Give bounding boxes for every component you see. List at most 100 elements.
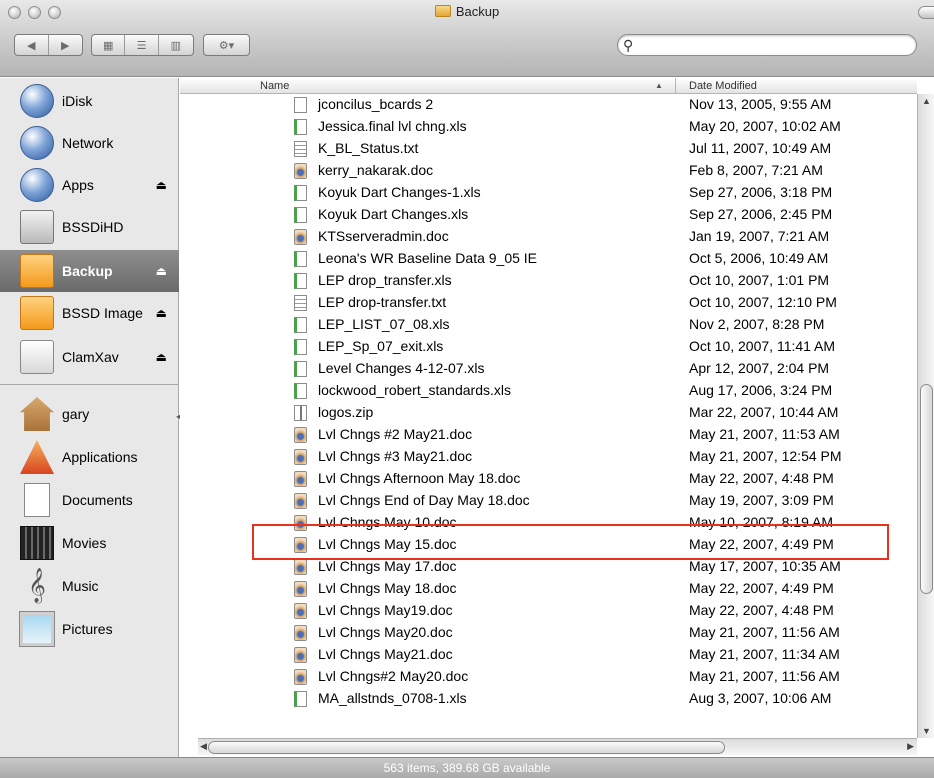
sidebar-item-label: Applications: [62, 449, 138, 465]
file-row[interactable]: KTSserveradmin.doc Jan 19, 2007, 7:21 AM: [180, 226, 917, 248]
file-name: LEP drop_transfer.xls: [318, 272, 452, 288]
file-name: Lvl Chngs May 18.doc: [318, 580, 457, 596]
file-row[interactable]: Lvl Chngs May 15.doc May 22, 2007, 4:49 P…: [180, 534, 917, 556]
file-row[interactable]: Lvl Chngs May21.doc May 21, 2007, 11:34 A…: [180, 644, 917, 666]
sidebar-item-movies[interactable]: Movies: [0, 522, 179, 564]
sidebar-item-label: Pictures: [62, 621, 113, 637]
file-date-modified: Apr 12, 2007, 2:04 PM: [689, 360, 830, 376]
forward-arrow-icon[interactable]: ▶: [49, 35, 83, 55]
search-input[interactable]: [640, 37, 910, 53]
icon-view-icon[interactable]: ▦: [92, 35, 126, 55]
file-name: LEP drop-transfer.txt: [318, 294, 447, 310]
music-icon: 𝄞: [28, 569, 46, 602]
gear-icon[interactable]: ⚙▾: [204, 35, 249, 55]
clamxav-disk-icon: [20, 340, 54, 374]
file-row[interactable]: K_BL_Status.txt Jul 11, 2007, 10:49 AM: [180, 138, 917, 160]
hard-drive-icon: [20, 210, 54, 244]
disk-image-icon: [20, 296, 54, 330]
doc-file-icon: [294, 581, 307, 597]
file-name: Lvl Chngs #3 May21.doc: [318, 448, 473, 464]
doc-file-icon: [294, 669, 307, 685]
sidebar-item-bssd-image[interactable]: BSSD Image ⏏: [0, 292, 179, 334]
file-row[interactable]: Jessica.final lvl chng.xls May 20, 2007, …: [180, 116, 917, 138]
file-date-modified: Sep 27, 2006, 3:18 PM: [689, 184, 833, 200]
movies-icon: [20, 526, 54, 560]
sidebar-item-applications[interactable]: Applications: [0, 436, 179, 478]
file-date-modified: Sep 27, 2006, 2:45 PM: [689, 206, 833, 222]
file-row[interactable]: logos.zip Mar 22, 2007, 10:44 AM: [180, 402, 917, 424]
file-row[interactable]: jconcilus_bcards 2 Nov 13, 2005, 9:55 AM: [180, 94, 917, 116]
file-name: K_BL_Status.txt: [318, 140, 419, 156]
file-row[interactable]: MA_allstnds_0708-1.xls Aug 3, 2007, 10:06…: [180, 688, 917, 710]
sidebar-item-documents[interactable]: Documents: [0, 479, 179, 521]
file-row[interactable]: Lvl Chngs#2 May20.doc May 21, 2007, 11:56…: [180, 666, 917, 688]
column-divider[interactable]: [675, 78, 676, 94]
xls-file-icon: [294, 273, 307, 289]
file-row[interactable]: Lvl Chngs #2 May21.doc May 21, 2007, 11:5…: [180, 424, 917, 446]
list-view-icon[interactable]: ☰: [125, 35, 159, 55]
xls-file-icon: [294, 317, 307, 333]
sidebar-item-pictures[interactable]: Pictures: [0, 608, 179, 650]
search-field[interactable]: ⚲: [617, 34, 917, 56]
file-date-modified: Oct 10, 2007, 12:10 PM: [689, 294, 837, 310]
sidebar-item-music[interactable]: 𝄞 Music: [0, 565, 179, 607]
file-date-modified: Jul 11, 2007, 10:49 AM: [689, 140, 832, 156]
sidebar-item-label: BSSD Image: [62, 305, 143, 321]
file-row[interactable]: Lvl Chngs Afternoon May 18.doc May 22, 20…: [180, 468, 917, 490]
back-arrow-icon[interactable]: ◀: [15, 35, 49, 55]
status-text: 563 items, 389.68 GB available: [383, 761, 551, 775]
vertical-scrollbar[interactable]: ▲ ▼: [917, 94, 934, 738]
file-row[interactable]: Lvl Chngs May20.doc May 21, 2007, 11:56 A…: [180, 622, 917, 644]
eject-icon[interactable]: ⏏: [156, 306, 167, 320]
name-column-header[interactable]: Name: [260, 80, 289, 92]
sidebar-item-idisk[interactable]: iDisk: [0, 80, 179, 122]
file-row[interactable]: lockwood_robert_standards.xls Aug 17, 200…: [180, 380, 917, 402]
file-row[interactable]: Lvl Chngs May 18.doc May 22, 2007, 4:49 P…: [180, 578, 917, 600]
file-row[interactable]: Lvl Chngs May 17.doc May 17, 2007, 10:35 …: [180, 556, 917, 578]
sidebar-item-apps[interactable]: Apps ⏏: [0, 164, 179, 206]
file-row[interactable]: LEP_Sp_07_exit.xls Oct 10, 2007, 11:41 AM: [180, 336, 917, 358]
column-view-icon[interactable]: ▥: [159, 35, 193, 55]
file-row[interactable]: Level Changes 4-12-07.xls Apr 12, 2007, 2…: [180, 358, 917, 380]
sidebar-item-gary[interactable]: gary: [0, 393, 179, 435]
file-row[interactable]: Leona's WR Baseline Data 9_05 IE Oct 5, 2…: [180, 248, 917, 270]
scroll-left-arrow-icon[interactable]: ◀: [200, 741, 207, 752]
file-name: Lvl Chngs May19.doc: [318, 602, 453, 618]
file-row[interactable]: Koyuk Dart Changes-1.xls Sep 27, 2006, 3:…: [180, 182, 917, 204]
file-date-modified: Feb 8, 2007, 7:21 AM: [689, 162, 823, 178]
scroll-up-arrow-icon[interactable]: ▲: [922, 96, 931, 106]
file-row[interactable]: Lvl Chngs #3 May21.doc May 21, 2007, 12:5…: [180, 446, 917, 468]
file-row[interactable]: Lvl Chngs End of Day May 18.doc May 19, 2…: [180, 490, 917, 512]
horizontal-scroll-thumb[interactable]: [208, 741, 725, 754]
file-row[interactable]: Koyuk Dart Changes.xls Sep 27, 2006, 2:45…: [180, 204, 917, 226]
sidebar-item-label: Movies: [62, 535, 107, 551]
file-name: lockwood_robert_standards.xls: [318, 382, 511, 398]
pictures-icon: [19, 611, 55, 647]
vertical-scroll-thumb[interactable]: [920, 384, 933, 594]
scroll-right-arrow-icon[interactable]: ▶: [907, 741, 914, 752]
date-modified-column-header[interactable]: Date Modified: [689, 80, 757, 92]
file-row[interactable]: kerry_nakarak.doc Feb 8, 2007, 7:21 AM: [180, 160, 917, 182]
sidebar-item-backup[interactable]: Backup ⏏: [0, 250, 179, 292]
file-row[interactable]: Lvl Chngs May19.doc May 22, 2007, 4:48 PM: [180, 600, 917, 622]
sidebar-item-bssdihd[interactable]: BSSDiHD: [0, 206, 179, 248]
eject-icon[interactable]: ⏏: [156, 178, 167, 192]
file-name: Lvl Chngs May 10.doc: [318, 514, 457, 530]
file-name: Level Changes 4-12-07.xls: [318, 360, 485, 376]
scroll-down-arrow-icon[interactable]: ▼: [922, 726, 931, 736]
file-date-modified: May 22, 2007, 4:49 PM: [689, 536, 834, 552]
sidebar-item-label: Music: [62, 578, 99, 594]
file-row[interactable]: LEP_LIST_07_08.xls Nov 2, 2007, 8:28 PM: [180, 314, 917, 336]
file-row[interactable]: LEP drop_transfer.xls Oct 10, 2007, 1:01 …: [180, 270, 917, 292]
file-row[interactable]: Lvl Chngs May 10.doc May 10, 2007, 8:19 A…: [180, 512, 917, 534]
eject-icon[interactable]: ⏏: [156, 264, 167, 278]
file-row[interactable]: LEP drop-transfer.txt Oct 10, 2007, 12:10…: [180, 292, 917, 314]
toolbar-toggle-button[interactable]: [918, 6, 934, 19]
file-name: Lvl Chngs #2 May21.doc: [318, 426, 473, 442]
horizontal-scrollbar[interactable]: ◀ ▶: [198, 738, 917, 755]
sidebar-item-clamxav[interactable]: ClamXav ⏏: [0, 336, 179, 378]
file-name: Koyuk Dart Changes-1.xls: [318, 184, 481, 200]
sidebar-item-network[interactable]: Network: [0, 122, 179, 164]
sidebar: iDisk Network Apps ⏏ BSSDiHD Backup ⏏ BS…: [0, 78, 180, 758]
eject-icon[interactable]: ⏏: [156, 350, 167, 364]
